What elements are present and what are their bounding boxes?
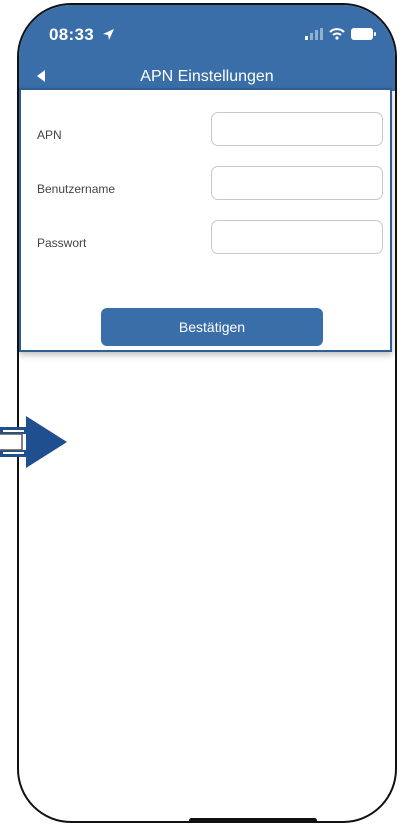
status-time: 08:33 (49, 25, 115, 45)
username-label: Benutzername (37, 182, 116, 196)
cellular-signal-icon (305, 28, 323, 40)
wifi-icon (329, 28, 345, 40)
pointer-arrow-icon (0, 416, 67, 468)
apn-label: APN (37, 128, 62, 142)
password-input[interactable] (211, 220, 383, 254)
home-indicator[interactable] (189, 818, 317, 821)
header-bar: 08:33 APN Einstellungen (19, 5, 395, 91)
status-indicators (305, 26, 377, 42)
status-time-text: 08:33 (49, 25, 94, 44)
apn-settings-card: APN Benutzername Passwort Bestätigen (19, 88, 392, 352)
phone-frame: 08:33 APN Einstellungen APN Benutzername… (17, 3, 397, 823)
password-label: Passwort (37, 236, 87, 250)
location-arrow-icon (103, 29, 115, 40)
username-input[interactable] (211, 166, 383, 200)
battery-icon (351, 28, 376, 40)
apn-input[interactable] (211, 112, 383, 146)
page-title: APN Einstellungen (140, 68, 274, 85)
confirm-button[interactable]: Bestätigen (101, 308, 323, 346)
